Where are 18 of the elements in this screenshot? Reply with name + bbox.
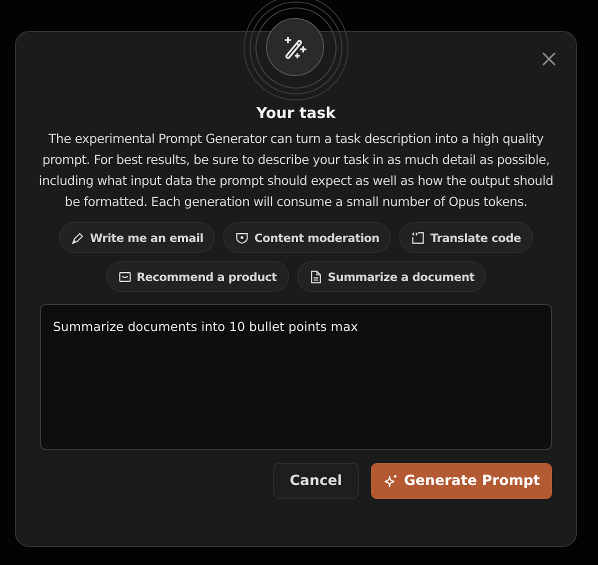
shield-icon [235,230,250,244]
suggestion-chip[interactable]: Summarize a document [296,261,486,292]
dialog-title: Your task [256,104,336,122]
close-icon [542,52,556,66]
suggestion-chip[interactable]: Recommend a product [106,261,289,292]
suggestion-chip[interactable]: Translate code [399,222,534,253]
pen-icon [70,230,85,244]
generate-prompt-button[interactable]: Generate Prompt [371,463,552,499]
suggestion-chip[interactable]: Content moderation [223,222,392,253]
cancel-button[interactable]: Cancel [272,463,360,499]
task-input-field[interactable]: Summarize documents into 10 bullet points max [40,304,552,450]
suggestion-chip[interactable]: Write me an email [58,222,216,253]
close-button[interactable] [540,50,558,68]
code-file-icon [411,230,426,244]
document-icon [308,270,323,284]
inbox-icon [118,270,132,284]
description-text: The experimental Prompt Generator can turn a task description into a high quality prompt. For best results, be sure to describe your task in as much detail as possible, including what input data the prompt should expect as well as how the output should be formatted. Each generation will consume a small number of Opus tokens. [38,130,554,211]
sparkle-icon [383,474,398,488]
